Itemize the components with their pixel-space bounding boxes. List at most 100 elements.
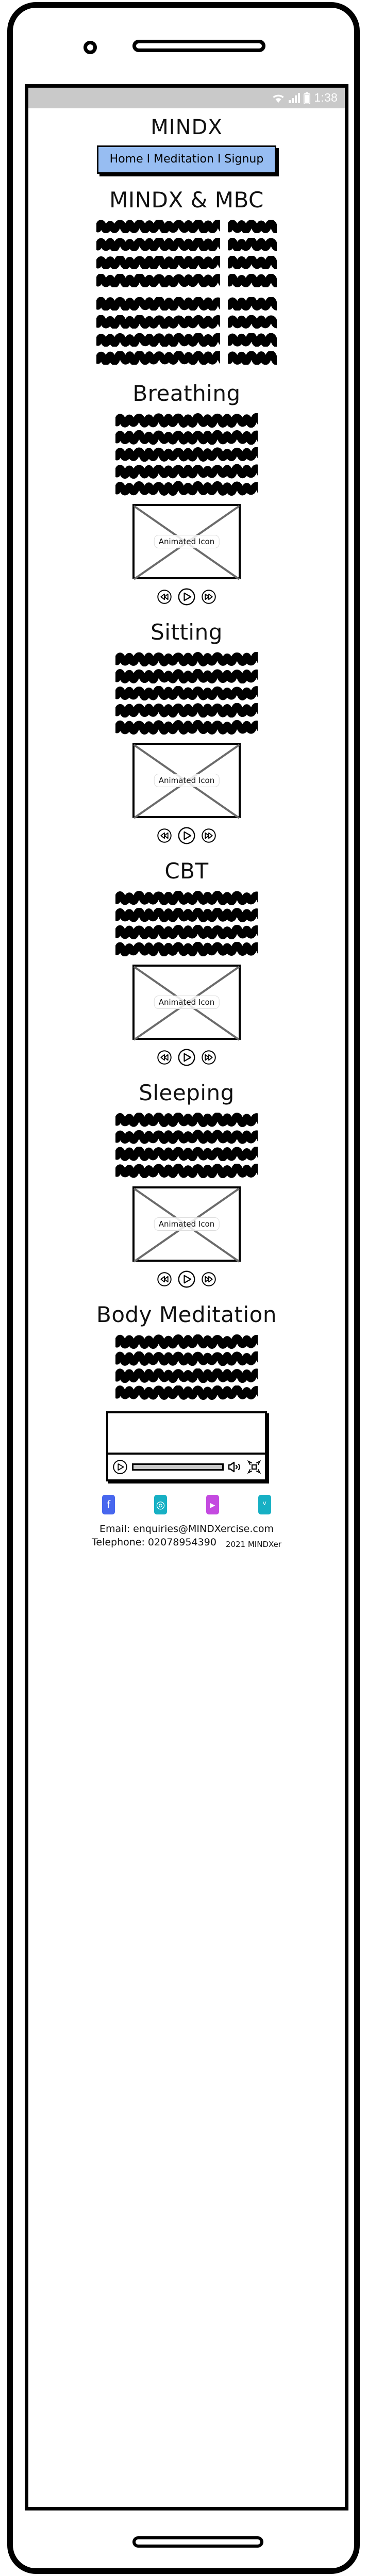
section-heading-cbt: CBT (164, 858, 209, 884)
placeholder-text-line (228, 256, 277, 269)
placeholder-text-line (115, 430, 258, 445)
placeholder-paragraph (112, 891, 261, 956)
footer-telephone[interactable]: Telephone: 02078954390 (92, 1536, 216, 1550)
placeholder-text-row (96, 256, 277, 272)
placeholder-text-line (115, 1334, 258, 1349)
placeholder-text-row (96, 315, 277, 331)
placeholder-text-line (115, 413, 258, 428)
placeholder-text-line (115, 891, 258, 905)
placeholder-text-line (228, 315, 277, 329)
video-player[interactable] (106, 1411, 267, 1481)
section-sitting: Sitting Animated Icon (28, 619, 345, 845)
placeholder-text-line (115, 1130, 258, 1144)
video-play-icon[interactable]: ▸ (206, 1495, 219, 1514)
placeholder-text-row (96, 333, 277, 349)
placeholder-paragraph (112, 413, 261, 496)
facebook-icon-glyph: f (106, 1498, 111, 1511)
page-content: MINDX Home I Meditation I Signup MINDX &… (28, 116, 345, 1558)
section-heading-body-meditation: Body Meditation (96, 1302, 277, 1327)
animated-icon-placeholder[interactable]: Animated Icon (132, 743, 241, 819)
footer-copyright: 2021 MINDXer (225, 1540, 281, 1550)
section-heading-sitting: Sitting (151, 619, 223, 645)
placeholder-paragraph (96, 220, 277, 290)
play-button[interactable] (177, 1270, 196, 1289)
media-placeholder-wrap: Animated Icon (28, 743, 345, 819)
animated-icon-placeholder[interactable]: Animated Icon (132, 1186, 241, 1263)
instagram-icon[interactable]: ◎ (154, 1495, 167, 1514)
placeholder-text-line (96, 256, 220, 269)
footer-email[interactable]: Email: enquiries@MINDXercise.com (28, 1523, 345, 1536)
placeholder-paragraph (112, 1113, 261, 1178)
play-button[interactable] (177, 826, 196, 845)
placeholder-text-line (115, 652, 258, 666)
placeholder-text-line (115, 447, 258, 462)
placeholder-text-line (115, 669, 258, 683)
media-controls (28, 588, 345, 606)
placeholder-text-line (96, 351, 220, 365)
placeholder-text-row (96, 351, 277, 367)
video-progress-bar[interactable] (132, 1463, 224, 1471)
section-body-meditation: Body Meditation (28, 1302, 345, 1481)
video-player-wrap (28, 1411, 345, 1481)
placeholder-text-line (115, 1164, 258, 1178)
media-controls (28, 1048, 345, 1067)
placeholder-paragraph (112, 1334, 261, 1400)
placeholder-text-line (115, 908, 258, 922)
facebook-icon[interactable]: f (102, 1495, 115, 1514)
fullscreen-icon[interactable] (247, 1460, 261, 1474)
placeholder-text-row (96, 238, 277, 254)
fast-forward-button[interactable] (201, 589, 216, 605)
placeholder-text-row (96, 220, 277, 236)
fast-forward-button[interactable] (201, 828, 216, 843)
placeholder-text-line (96, 297, 220, 311)
volume-icon[interactable] (228, 1460, 243, 1474)
cellular-signal-icon (289, 93, 301, 103)
placeholder-text-line (115, 1351, 258, 1366)
play-button[interactable] (177, 1048, 196, 1067)
section-heading-mindx-mbc: MINDX & MBC (109, 187, 264, 213)
animated-icon-placeholder[interactable]: Animated Icon (132, 504, 241, 580)
front-camera-icon (84, 41, 97, 54)
play-button[interactable] (177, 588, 196, 606)
section-heading-sleeping: Sleeping (139, 1080, 235, 1105)
wifi-icon (273, 94, 285, 103)
media-placeholder-wrap: Animated Icon (28, 1186, 345, 1263)
status-bar: 1:38 (28, 88, 345, 108)
rewind-button[interactable] (157, 589, 172, 605)
sections-container: MINDX & MBC Breathing Animated Icon Sitting… (28, 187, 345, 1481)
media-controls (28, 826, 345, 845)
placeholder-text-line (96, 220, 220, 233)
phone-device-frame: 1:38 MINDX Home I Meditation I Signup MI… (7, 2, 360, 2574)
animated-icon-label: Animated Icon (154, 1217, 220, 1231)
placeholder-text-line (228, 297, 277, 311)
placeholder-text-line (96, 315, 220, 329)
rewind-button[interactable] (157, 828, 172, 843)
twitter-icon[interactable]: ᵛ (258, 1495, 271, 1514)
placeholder-text-row (96, 274, 277, 290)
section-breathing: Breathing Animated Icon (28, 381, 345, 606)
placeholder-text-line (96, 274, 220, 287)
rewind-button[interactable] (157, 1271, 172, 1287)
video-play-button[interactable] (112, 1459, 128, 1475)
fast-forward-button[interactable] (201, 1050, 216, 1065)
rewind-button[interactable] (157, 1050, 172, 1065)
social-links-row: f ◎ ▸ ᵛ (28, 1495, 345, 1514)
placeholder-text-line (115, 1113, 258, 1127)
placeholder-text-line (96, 333, 220, 347)
nav-menu-button[interactable]: Home I Meditation I Signup (96, 145, 277, 174)
placeholder-paragraph (96, 297, 277, 367)
placeholder-text-line (115, 720, 258, 735)
placeholder-text-line (115, 1385, 258, 1400)
media-controls (28, 1270, 345, 1289)
placeholder-text-line (115, 481, 258, 496)
media-placeholder-wrap: Animated Icon (28, 504, 345, 580)
video-stage[interactable] (108, 1413, 265, 1455)
animated-icon-placeholder[interactable]: Animated Icon (132, 965, 241, 1041)
section-sleeping: Sleeping Animated Icon (28, 1080, 345, 1289)
placeholder-text-line (228, 220, 277, 233)
placeholder-text-line (228, 238, 277, 251)
animated-icon-label: Animated Icon (154, 996, 220, 1009)
placeholder-text-line (115, 1368, 258, 1383)
fast-forward-button[interactable] (201, 1271, 216, 1287)
app-screen: 1:38 MINDX Home I Meditation I Signup MI… (25, 84, 348, 2510)
